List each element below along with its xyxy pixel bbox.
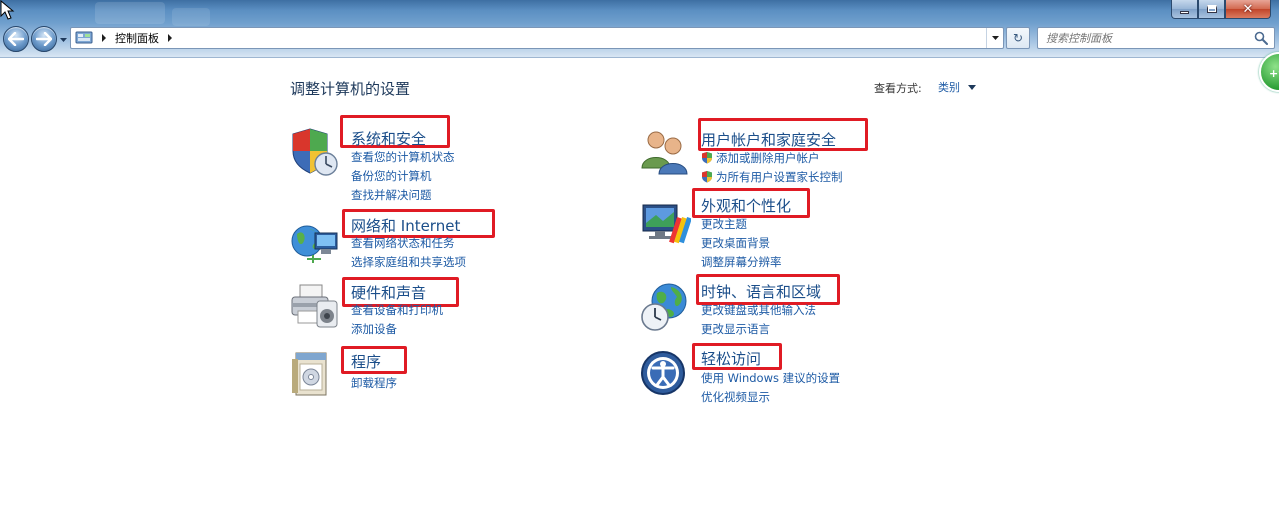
address-bar[interactable]: 控制面板: [70, 27, 1004, 49]
uac-shield-icon: [702, 152, 712, 164]
link-view-network-status[interactable]: 查看网络状态和任务: [351, 235, 455, 251]
search-input[interactable]: [1046, 31, 1251, 45]
arrow-left-icon: [8, 32, 24, 46]
chevron-down-icon: [991, 35, 999, 40]
link-homegroup-sharing[interactable]: 选择家庭组和共享选项: [351, 254, 466, 270]
link-change-keyboard[interactable]: 更改键盘或其他输入法: [701, 302, 816, 318]
maximize-button[interactable]: [1198, 0, 1225, 19]
breadcrumb-arrow-icon[interactable]: [167, 34, 173, 42]
link-change-theme[interactable]: 更改主题: [701, 216, 747, 232]
minimize-button[interactable]: [1171, 0, 1198, 19]
maximize-icon: [1206, 5, 1217, 13]
title-glow: [172, 8, 210, 26]
category-title-user-accounts[interactable]: 用户帐户和家庭安全: [701, 129, 836, 150]
category-title-ease-of-access[interactable]: 轻松访问: [701, 348, 761, 369]
view-by-select[interactable]: 类别: [929, 77, 984, 97]
printer-icon[interactable]: [289, 281, 341, 333]
side-badge[interactable]: +9: [1259, 52, 1279, 92]
link-optimize-video-display[interactable]: 优化视频显示: [701, 389, 770, 405]
link-parental-controls[interactable]: 为所有用户设置家长控制: [701, 169, 843, 185]
link-windows-recommended-settings[interactable]: 使用 Windows 建议的设置: [701, 370, 840, 386]
link-uninstall-program[interactable]: 卸载程序: [351, 375, 397, 391]
link-parental-controls-label: 为所有用户设置家长控制: [716, 170, 843, 184]
category-title-appearance[interactable]: 外观和个性化: [701, 195, 791, 216]
shield-icon[interactable]: [289, 126, 341, 178]
refresh-icon: ↻: [1012, 31, 1024, 45]
minimize-icon: [1180, 10, 1189, 14]
refresh-button[interactable]: ↻: [1006, 27, 1030, 49]
chevron-down-icon: [60, 37, 67, 42]
control-panel-content: +9 调整计算机的设置 查看方式: 类别 系统和安全 查看您的计算机状态 备份您…: [0, 52, 1279, 511]
close-button[interactable]: ✕: [1225, 0, 1271, 19]
arrow-right-icon: [36, 32, 52, 46]
address-history-dropdown[interactable]: [986, 28, 1003, 48]
clock-globe-icon[interactable]: [639, 281, 691, 333]
category-title-network-internet[interactable]: 网络和 Internet: [351, 215, 460, 236]
window-controls: ✕: [1171, 0, 1271, 19]
link-change-display-language[interactable]: 更改显示语言: [701, 321, 770, 337]
category-title-system-security[interactable]: 系统和安全: [351, 128, 426, 149]
window-titlebar: ✕ 控制面板 ↻: [0, 0, 1279, 58]
back-button[interactable]: [3, 26, 29, 52]
forward-button[interactable]: [31, 26, 57, 52]
ease-of-access-icon[interactable]: [639, 349, 691, 401]
link-adjust-resolution[interactable]: 调整屏幕分辨率: [701, 254, 782, 270]
link-backup-computer[interactable]: 备份您的计算机: [351, 168, 432, 184]
link-add-device[interactable]: 添加设备: [351, 321, 397, 337]
link-view-computer-status[interactable]: 查看您的计算机状态: [351, 149, 455, 165]
link-devices-printers[interactable]: 查看设备和打印机: [351, 302, 443, 318]
users-icon[interactable]: [639, 126, 691, 178]
link-change-desktop-background[interactable]: 更改桌面背景: [701, 235, 770, 251]
chevron-down-icon: [968, 85, 976, 90]
link-add-remove-accounts[interactable]: 添加或删除用户帐户: [701, 150, 820, 166]
programs-icon[interactable]: [289, 349, 341, 401]
page-title: 调整计算机的设置: [290, 80, 411, 98]
recent-pages-dropdown[interactable]: [59, 35, 68, 45]
search-icon[interactable]: [1254, 31, 1268, 45]
view-by-label: 查看方式:: [874, 82, 922, 95]
uac-shield-icon: [702, 171, 712, 183]
globe-network-icon[interactable]: [289, 217, 341, 269]
close-icon: ✕: [1242, 1, 1254, 17]
view-by-value: 类别: [938, 81, 960, 94]
category-title-programs[interactable]: 程序: [351, 351, 381, 372]
breadcrumb-arrow-icon[interactable]: [101, 34, 107, 42]
link-find-fix-problems[interactable]: 查找并解决问题: [351, 187, 432, 203]
mouse-cursor-icon: [0, 0, 15, 20]
link-add-remove-accounts-label: 添加或删除用户帐户: [716, 151, 820, 165]
breadcrumb-control-panel[interactable]: 控制面板: [115, 30, 159, 46]
search-box[interactable]: [1037, 27, 1275, 49]
category-title-hardware-sound[interactable]: 硬件和声音: [351, 282, 426, 303]
control-panel-icon: [75, 31, 93, 44]
monitor-palette-icon[interactable]: [639, 199, 691, 251]
category-title-clock-region[interactable]: 时钟、语言和区域: [701, 281, 821, 302]
title-glow: [95, 2, 165, 24]
